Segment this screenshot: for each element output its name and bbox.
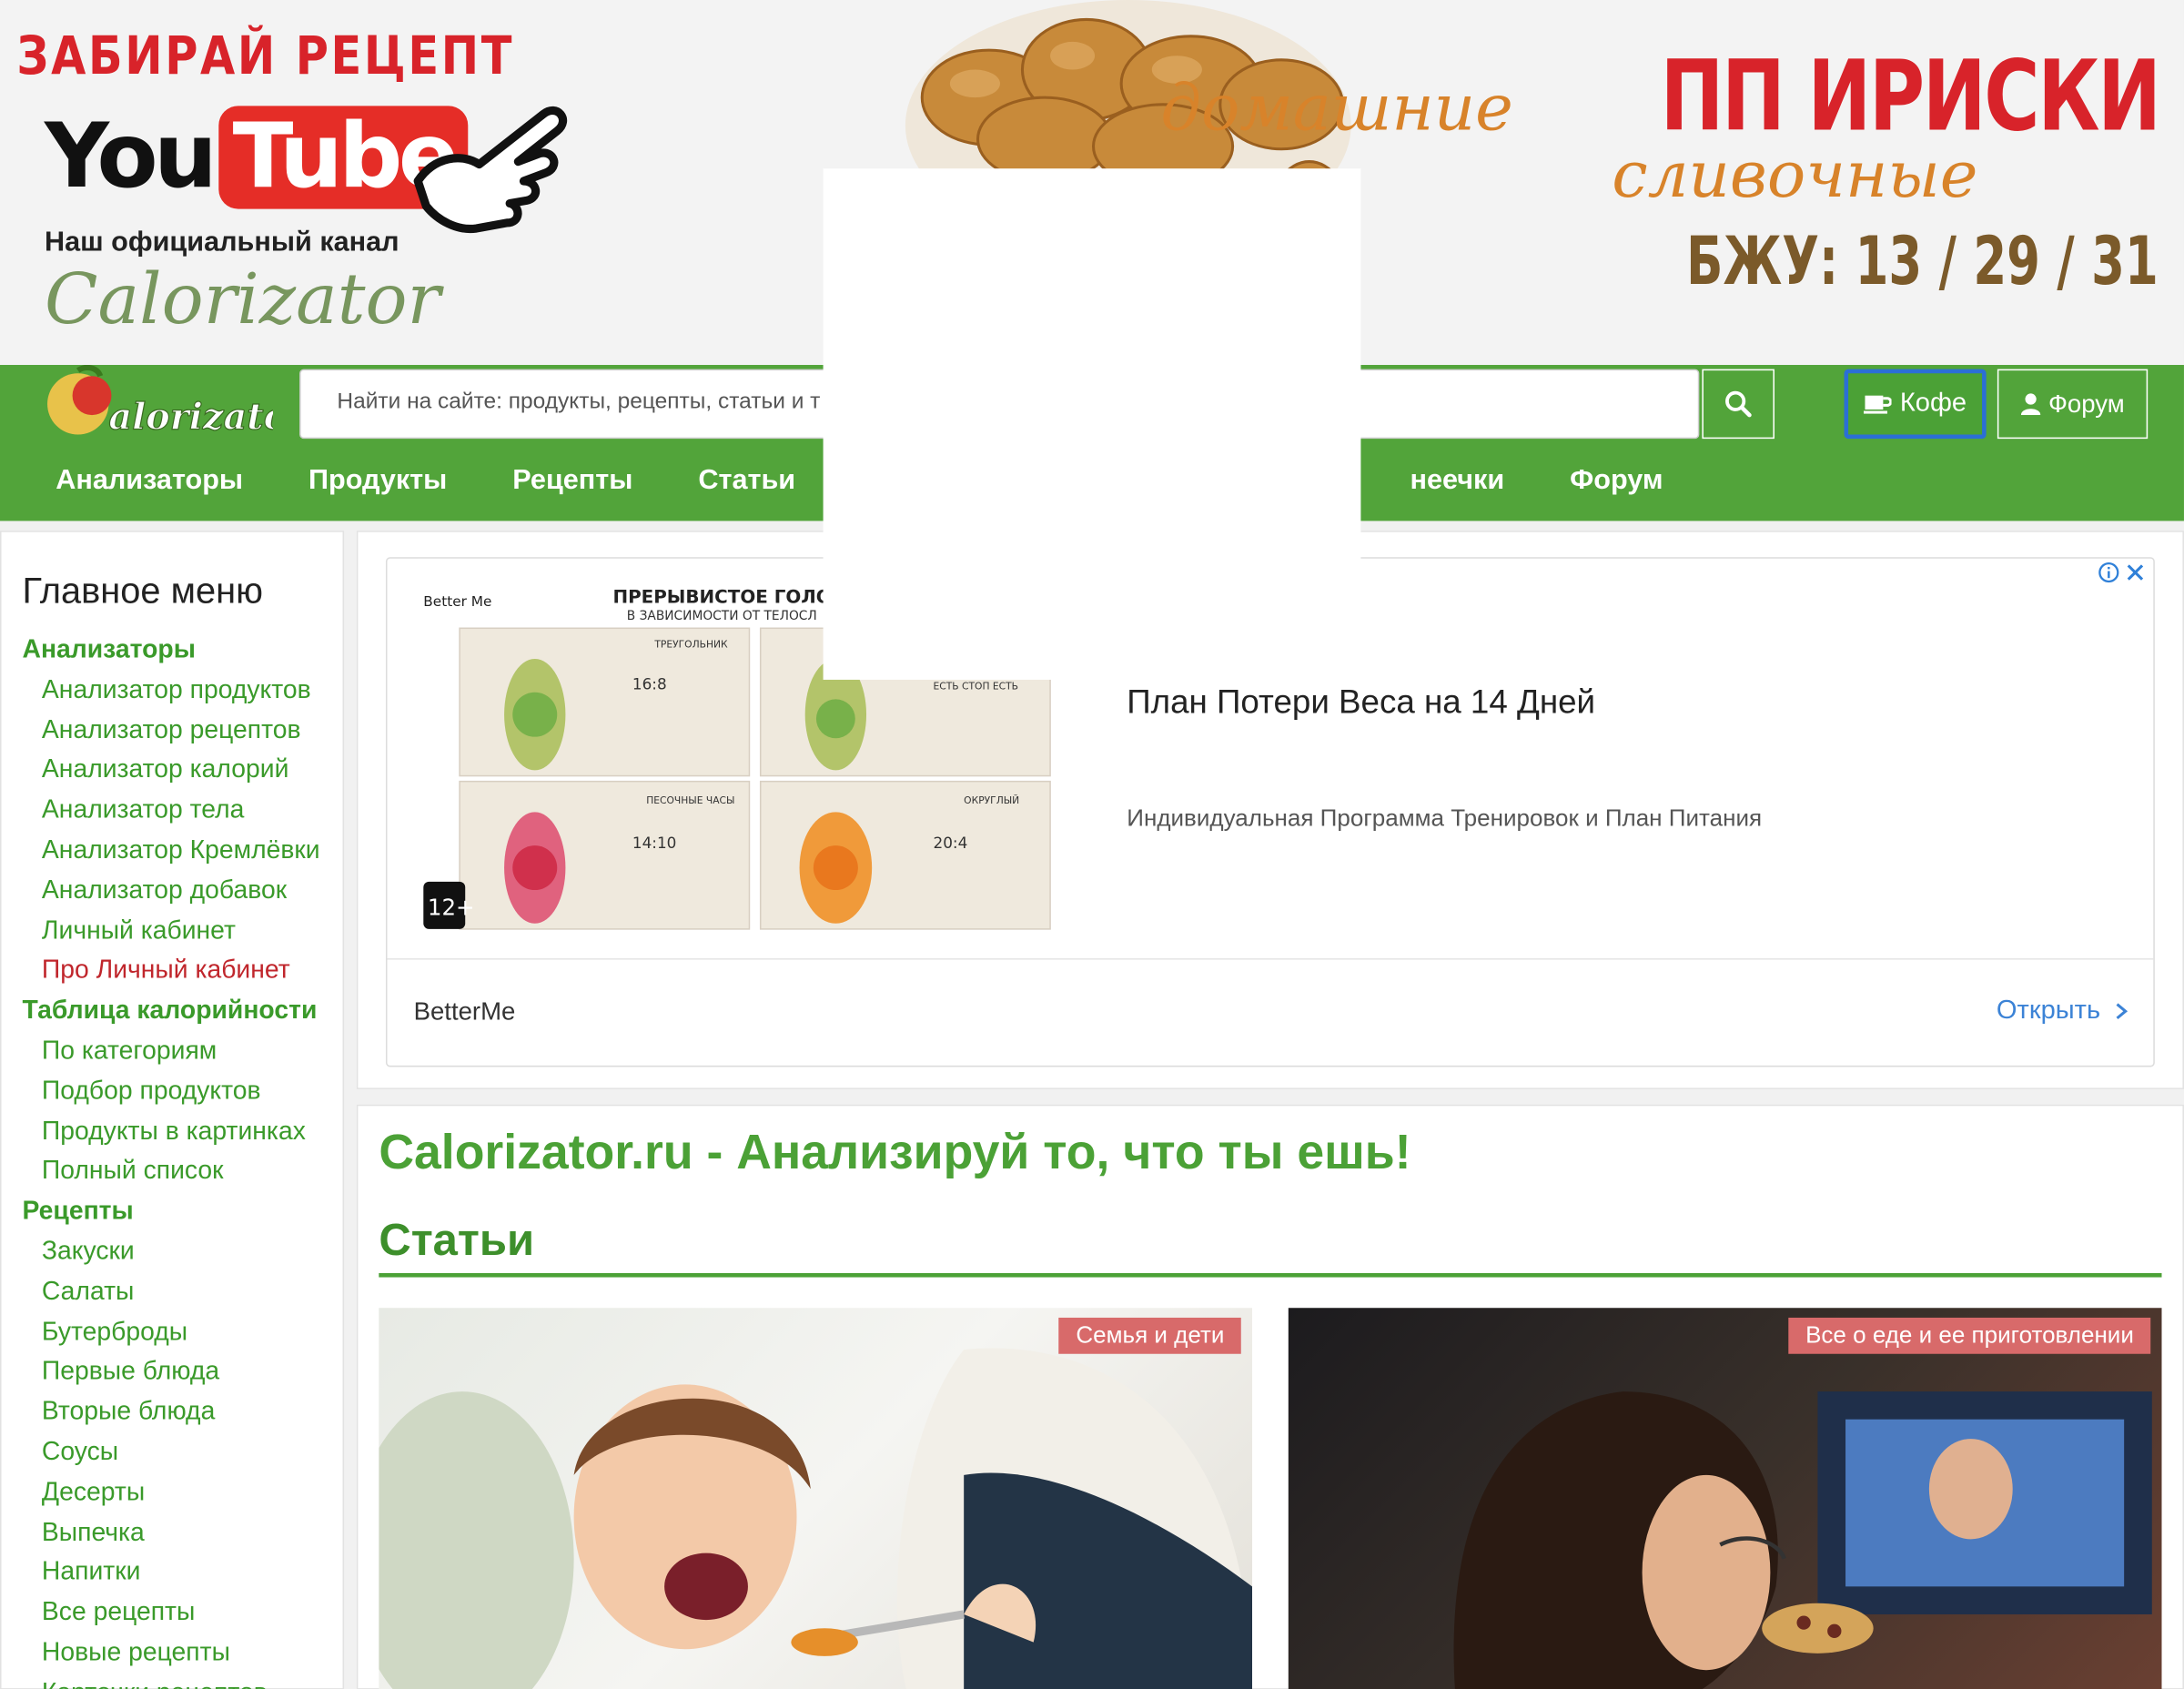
youtube-you: You	[44, 106, 217, 209]
sidebar-item-drinks[interactable]: Напитки	[22, 1552, 319, 1593]
ad-open-link[interactable]: Открыть	[1997, 996, 2128, 1027]
youtube-promo[interactable]: ЗАБИРАЙ РЕЦЕПТ You Tube Наш официальный …	[16, 25, 573, 359]
forum-button[interactable]: Форум	[1997, 369, 2149, 440]
search-icon	[1725, 390, 1752, 418]
sidebar-item-sandwiches[interactable]: Бутерброды	[22, 1311, 319, 1351]
sidebar-item-second-courses[interactable]: Вторые блюда	[22, 1391, 319, 1431]
blank-overlay	[823, 168, 1361, 680]
nav-item-recipes[interactable]: Рецепты	[512, 465, 632, 497]
ad-age-badge: 12+	[428, 895, 475, 921]
sidebar-item-baking[interactable]: Выпечка	[22, 1512, 319, 1552]
promo-word-creamy: сливочные	[1612, 136, 1978, 212]
article-card[interactable]: Все о еде и ее приготовлении	[1288, 1308, 2162, 1689]
ad-image-brand: Better Me	[423, 593, 491, 610]
sidebar-item-calorie-analyzer[interactable]: Анализатор калорий	[22, 750, 319, 790]
search-button[interactable]	[1702, 369, 1774, 440]
ad-cell-ratio: 14:10	[632, 834, 677, 852]
page: ЗАБИРАЙ РЕЦЕПТ You Tube Наш официальный …	[0, 0, 2184, 1689]
coffee-icon	[1864, 395, 1892, 414]
sidebar-item-salads[interactable]: Салаты	[22, 1271, 319, 1311]
nav-item-forum[interactable]: Форум	[1570, 465, 1663, 497]
ad-image-subtitle: В ЗАВИСИМОСТИ ОТ ТЕЛОСЛ	[627, 609, 817, 623]
sidebar-item-products-pictures[interactable]: Продукты в картинках	[22, 1111, 319, 1151]
ad-cell-label: ЕСТЬ СТОП ЕСТЬ	[934, 681, 1019, 693]
sidebar-item-product-selection[interactable]: Подбор продуктов	[22, 1071, 319, 1111]
sidebar-item-recipe-cards[interactable]: Карточки рецептов	[22, 1673, 319, 1689]
nav-item-partial-diaries[interactable]: неечки	[1410, 465, 1504, 497]
nav-item-articles[interactable]: Статьи	[698, 465, 795, 497]
ad-image-title: ПРЕРЫВИСТОЕ ГОЛО	[612, 587, 831, 608]
ad-cell-ratio: 16:8	[632, 675, 667, 693]
sidebar-item-recipe-analyzer[interactable]: Анализатор рецептов	[22, 710, 319, 750]
promo-bju: БЖУ: 13 / 29 / 31	[1686, 222, 2159, 301]
sidebar-item-new-recipes[interactable]: Новые рецепты	[22, 1633, 319, 1673]
main-menu: Анализаторы Анализатор продуктов Анализа…	[22, 630, 319, 1689]
sidebar-section-recipes[interactable]: Рецепты	[22, 1191, 319, 1231]
main-content: Calorizator.ru - Анализируй то, что ты е…	[356, 1104, 2184, 1689]
sidebar-item-full-list[interactable]: Полный список	[22, 1151, 319, 1191]
ad-brand: BetterMe	[413, 996, 516, 1026]
svg-text:alorizator: alorizator	[108, 396, 273, 438]
promo-word-homemade: домашние	[1160, 69, 1513, 146]
sidebar-section-analyzers[interactable]: Анализаторы	[22, 630, 319, 670]
section-title-articles[interactable]: Статьи	[379, 1215, 534, 1267]
section-divider	[379, 1272, 2162, 1278]
ad-headline[interactable]: План Потери Веса на 14 Дней	[1127, 684, 1595, 723]
sidebar-item-kremlin-analyzer[interactable]: Анализатор Кремлёвки	[22, 830, 320, 870]
youtube-logo: You Tube	[44, 106, 469, 209]
coffee-label: Кофе	[1899, 389, 1967, 419]
sidebar-title: Главное меню	[22, 570, 263, 612]
close-icon[interactable]	[2126, 562, 2145, 582]
channel-name: Calorizator	[44, 258, 441, 340]
sidebar-item-sauces[interactable]: Соусы	[22, 1431, 319, 1472]
sidebar-item-account[interactable]: Личный кабинет	[22, 910, 319, 950]
article-card[interactable]: Семья и дети	[379, 1308, 1253, 1689]
nav-item-analyzers[interactable]: Анализаторы	[56, 465, 243, 497]
ad-open-label: Открыть	[1996, 996, 2101, 1026]
ad-cell-label: ОКРУГЛЫЙ	[964, 794, 1019, 806]
user-icon	[2020, 393, 2040, 416]
forum-label: Форум	[2048, 389, 2125, 418]
article-image-child	[379, 1348, 1253, 1689]
sidebar-item-body-analyzer[interactable]: Анализатор тела	[22, 790, 319, 830]
ad-description: Индивидуальная Программа Тренировок и Пл…	[1127, 804, 1763, 832]
sidebar-item-first-courses[interactable]: Первые блюда	[22, 1351, 319, 1391]
sidebar-item-desserts[interactable]: Десерты	[22, 1472, 319, 1512]
coffee-button[interactable]: Кофе	[1844, 369, 1987, 440]
pointing-hand-icon	[413, 106, 568, 234]
chevron-right-icon	[2116, 1003, 2128, 1020]
sidebar-item-product-analyzer[interactable]: Анализатор продуктов	[22, 670, 319, 710]
article-image-woman-eating	[1453, 1391, 2152, 1689]
sidebar-item-about-account[interactable]: Про Личный кабинет	[22, 950, 319, 990]
ad-cell-label: ПЕСОЧНЫЕ ЧАСЫ	[646, 794, 734, 806]
article-tag[interactable]: Семья и дети	[1058, 1317, 1241, 1354]
sidebar-item-appetizers[interactable]: Закуски	[22, 1231, 319, 1271]
ad-controls	[2098, 561, 2145, 583]
sidebar-item-all-recipes[interactable]: Все рецепты	[22, 1593, 319, 1633]
sidebar: Главное меню Анализаторы Анализатор прод…	[0, 531, 345, 1689]
site-logo[interactable]: alorizator	[36, 365, 273, 449]
sidebar-section-calorie-table[interactable]: Таблица калорийности	[22, 991, 319, 1031]
nav-item-products[interactable]: Продукты	[308, 465, 447, 497]
sidebar-item-by-category[interactable]: По категориям	[22, 1031, 319, 1071]
ad-cell-ratio: 20:4	[934, 834, 968, 852]
sidebar-item-additives-analyzer[interactable]: Анализатор добавок	[22, 870, 319, 910]
article-tag[interactable]: Все о еде и ее приготовлении	[1788, 1317, 2151, 1354]
ad-cell-label: ТРЕУГОЛЬНИК	[653, 639, 728, 651]
channel-text: Наш официальный канал	[44, 227, 399, 258]
ad-divider	[387, 958, 2154, 960]
page-title: Calorizator.ru - Анализируй то, что ты е…	[379, 1125, 1411, 1180]
info-icon[interactable]	[2098, 561, 2119, 583]
